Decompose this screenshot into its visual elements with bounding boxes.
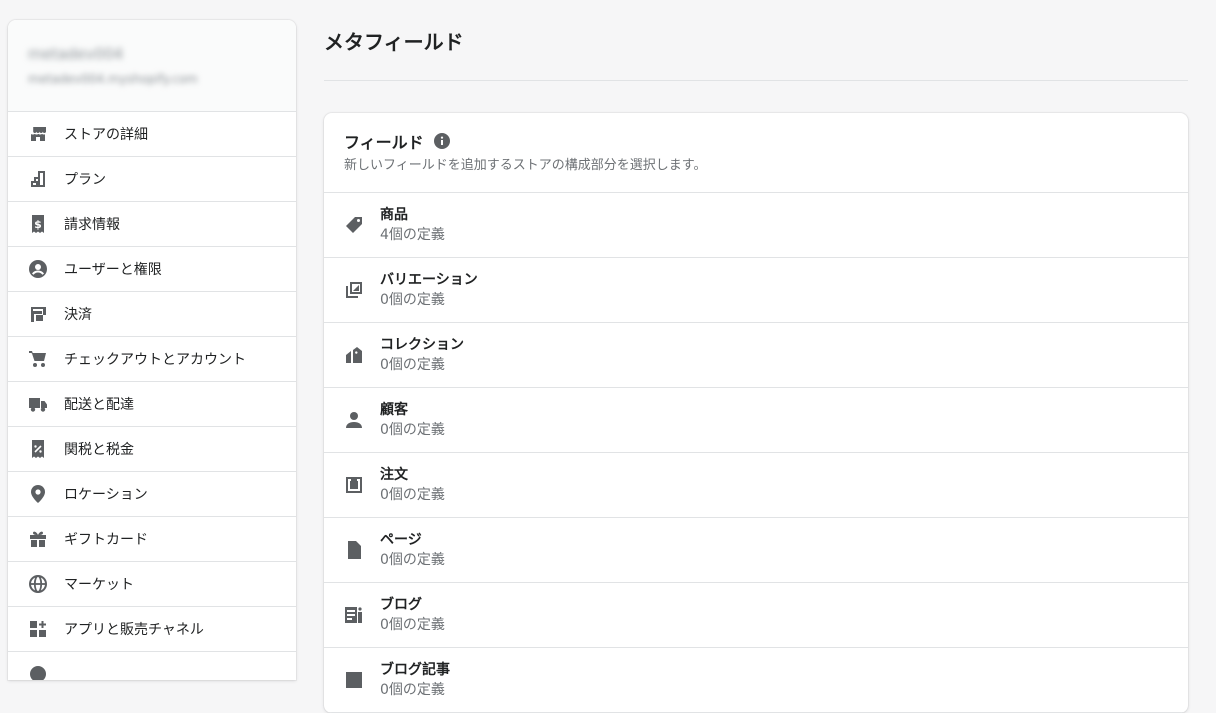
row-title: 顧客 (380, 402, 408, 418)
sidebar-item-more[interactable] (8, 652, 296, 680)
settings-sidebar: metadev004 metadev004.myshopify.com ストアの… (8, 20, 296, 680)
sidebar-item-billing[interactable]: $ 請求情報 (8, 202, 296, 247)
sidebar-item-payments[interactable]: 決済 (8, 292, 296, 337)
sidebar-item-label: ユーザーと権限 (64, 262, 162, 278)
sidebar-item-store-details[interactable]: ストアの詳細 (8, 112, 296, 157)
card-subtitle: 新しいフィールドを追加するストアの構成部分を選択します。 (344, 158, 707, 173)
field-row-customers[interactable]: 顧客 0個の定義 (324, 388, 1188, 453)
row-count: 0個の定義 (380, 422, 445, 438)
tax-icon (28, 439, 48, 459)
variant-icon (344, 280, 364, 300)
row-count: 0個の定義 (380, 552, 445, 568)
location-pin-icon (28, 484, 48, 504)
field-row-collections[interactable]: コレクション 0個の定義 (324, 323, 1188, 388)
sidebar-item-shipping[interactable]: 配送と配達 (8, 382, 296, 427)
row-title: ページ (380, 532, 422, 548)
info-icon[interactable] (433, 133, 450, 149)
sidebar-item-plan[interactable]: プラン (8, 157, 296, 202)
main-content: メタフィールド フィールド 新しいフィールドを追加するストアの構成部分を選択しま… (324, 0, 1188, 713)
row-title: バリエーション (380, 272, 478, 288)
truck-icon (28, 394, 48, 414)
sidebar-item-label: ギフトカード (64, 532, 148, 548)
title-divider (324, 80, 1188, 81)
user-icon (28, 259, 48, 279)
globe-icon (28, 574, 48, 594)
cart-icon (28, 349, 48, 369)
sidebar-item-label: ストアの詳細 (64, 127, 148, 143)
sidebar-item-locations[interactable]: ロケーション (8, 472, 296, 517)
sidebar-item-gift-cards[interactable]: ギフトカード (8, 517, 296, 562)
sidebar-item-label: マーケット (64, 577, 134, 593)
row-title: ブログ (380, 597, 422, 613)
sidebar-item-label: 関税と税金 (64, 442, 134, 458)
store-name: metadev004 (28, 45, 124, 63)
plan-icon (28, 169, 48, 189)
field-row-variants[interactable]: バリエーション 0個の定義 (324, 258, 1188, 323)
partial-icon (28, 664, 48, 680)
row-title: 商品 (380, 207, 408, 223)
field-row-orders[interactable]: 注文 0個の定義 (324, 453, 1188, 518)
row-title: コレクション (380, 337, 464, 353)
store-icon (28, 124, 48, 144)
store-url: metadev004.myshopify.com (28, 72, 198, 86)
sidebar-item-label: アプリと販売チャネル (64, 622, 204, 638)
field-row-blog-posts[interactable]: ブログ記事 0個の定義 (324, 648, 1188, 713)
svg-text:$: $ (34, 218, 42, 231)
row-title: ブログ記事 (380, 662, 450, 678)
collection-icon (344, 345, 364, 365)
row-count: 0個の定義 (380, 487, 445, 503)
sidebar-item-checkout[interactable]: チェックアウトとアカウント (8, 337, 296, 382)
order-icon (344, 475, 364, 495)
sidebar-item-label: チェックアウトとアカウント (64, 352, 246, 368)
field-row-pages[interactable]: ページ 0個の定義 (324, 518, 1188, 583)
blog-post-icon (344, 670, 364, 690)
field-row-products[interactable]: 商品 4個の定義 (324, 193, 1188, 258)
sidebar-item-taxes[interactable]: 関税と税金 (8, 427, 296, 472)
tag-icon (344, 215, 364, 235)
fields-card: フィールド 新しいフィールドを追加するストアの構成部分を選択します。 商品 4個… (324, 113, 1188, 713)
sidebar-item-users[interactable]: ユーザーと権限 (8, 247, 296, 292)
page-title: メタフィールド (324, 30, 464, 54)
sidebar-item-label: 配送と配達 (64, 397, 134, 413)
card-title: フィールド (344, 133, 424, 152)
row-count: 4個の定義 (380, 227, 445, 243)
sidebar-item-label: プラン (64, 172, 106, 188)
billing-icon: $ (28, 214, 48, 234)
sidebar-item-markets[interactable]: マーケット (8, 562, 296, 607)
customer-icon (344, 410, 364, 430)
row-count: 0個の定義 (380, 617, 445, 633)
gift-icon (28, 529, 48, 549)
payments-icon (28, 304, 48, 324)
sidebar-item-label: ロケーション (64, 487, 148, 503)
sidebar-item-apps[interactable]: アプリと販売チャネル (8, 607, 296, 652)
sidebar-item-label: 決済 (64, 307, 92, 323)
row-count: 0個の定義 (380, 682, 445, 698)
row-title: 注文 (380, 467, 408, 483)
card-header: フィールド 新しいフィールドを追加するストアの構成部分を選択します。 (324, 113, 1188, 193)
sidebar-item-label: 請求情報 (64, 217, 120, 233)
row-count: 0個の定義 (380, 292, 445, 308)
store-header[interactable]: metadev004 metadev004.myshopify.com (8, 20, 296, 112)
page-icon (344, 540, 364, 560)
field-row-blogs[interactable]: ブログ 0個の定義 (324, 583, 1188, 648)
apps-icon (28, 619, 48, 639)
row-count: 0個の定義 (380, 357, 445, 373)
blog-icon (344, 605, 364, 625)
